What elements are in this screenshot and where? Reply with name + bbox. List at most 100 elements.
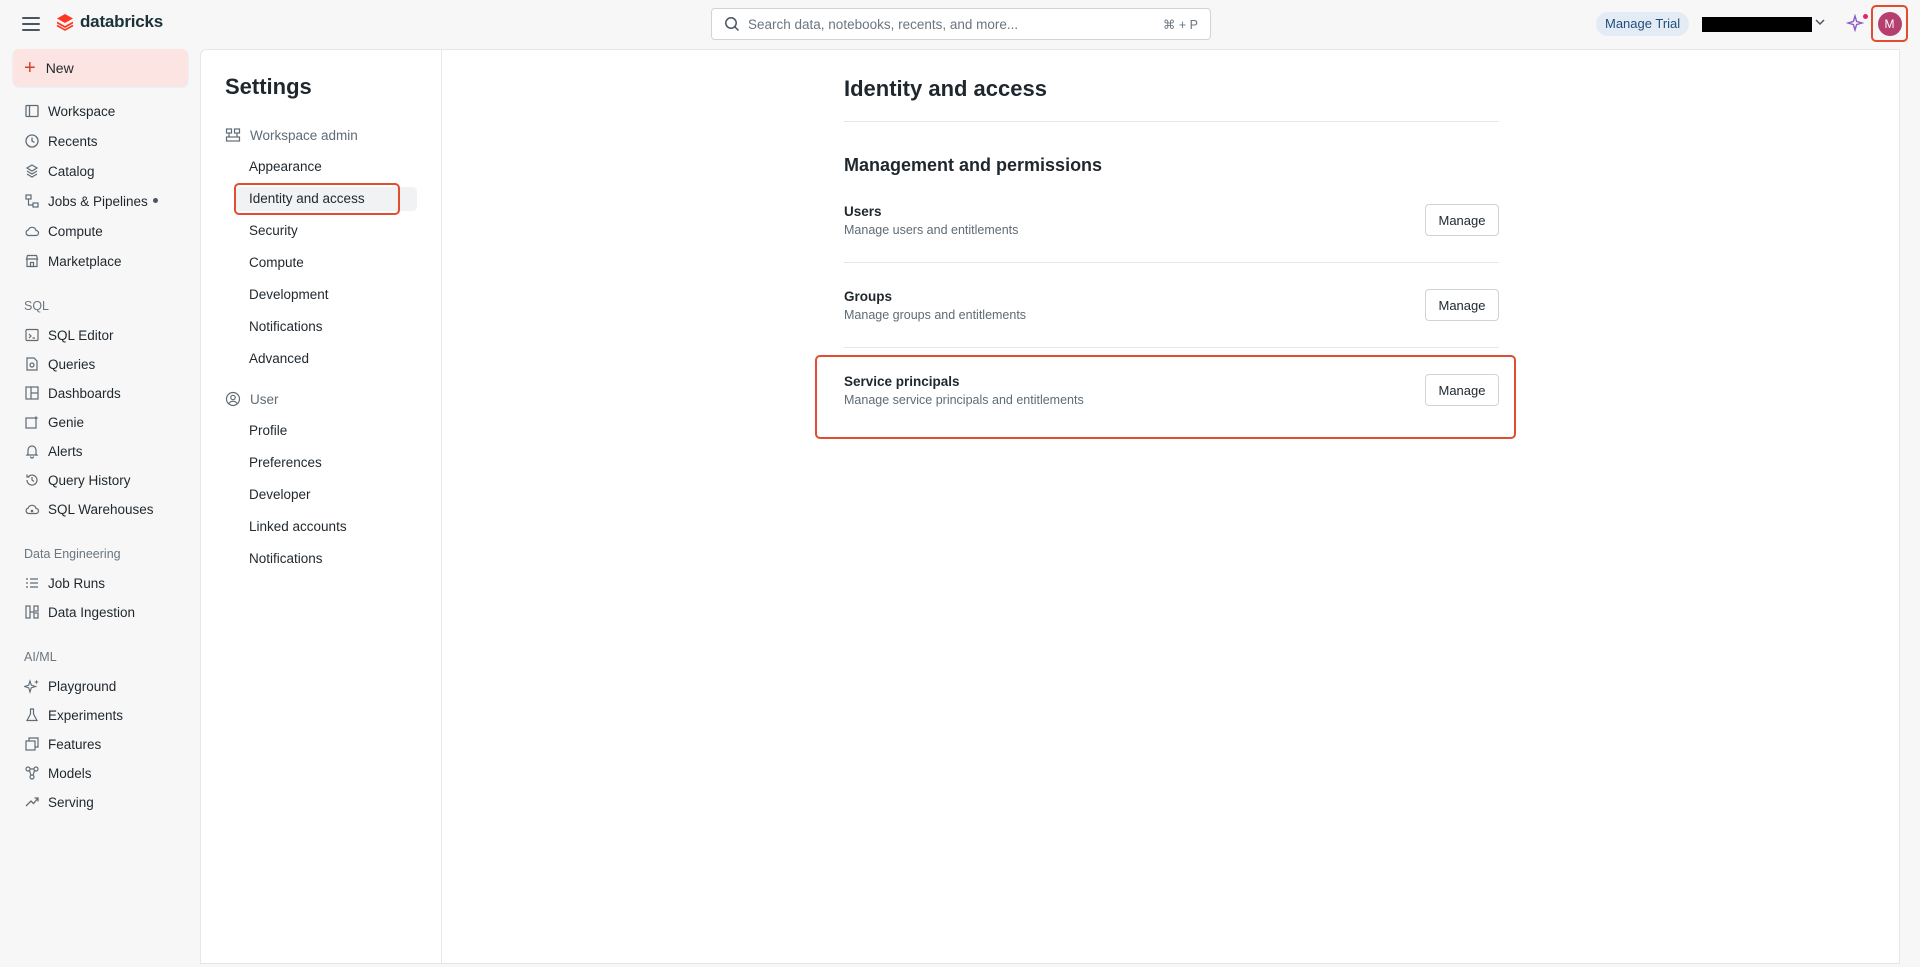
databricks-logo[interactable]: databricks: [56, 12, 163, 32]
sidebar-item-sql-editor[interactable]: SQL Editor: [24, 324, 114, 346]
brand-wordmark: databricks: [80, 12, 164, 31]
settings-nav-linked-accounts[interactable]: Linked accounts: [249, 516, 347, 538]
top-bar: databricks Search data, notebooks, recen…: [0, 0, 1920, 49]
sidebar-item-experiments[interactable]: Experiments: [24, 704, 123, 726]
section-title: Management and permissions: [844, 155, 1103, 175]
title-divider: [844, 121, 1499, 122]
bell-icon: [25, 445, 39, 459]
sidebar-item-playground[interactable]: Playground: [24, 675, 116, 697]
sidebar-item-features[interactable]: Features: [24, 733, 101, 755]
new-button-label: New: [45, 59, 74, 76]
panel-divider: [441, 49, 442, 964]
settings-nav-preferences[interactable]: Preferences: [249, 452, 322, 474]
sidebar-section-sql: SQL: [24, 299, 50, 313]
settings-nav-profile[interactable]: Profile: [249, 420, 287, 442]
settings-nav-developer[interactable]: Developer: [249, 484, 311, 506]
settings-nav-security[interactable]: Security: [249, 220, 298, 242]
settings-nav-development[interactable]: Development: [249, 284, 329, 306]
assistant-sparkle-icon[interactable]: [1846, 14, 1864, 32]
sidebar-item-label: Experiments: [48, 707, 124, 723]
search-icon: [725, 17, 740, 32]
sidebar-item-data-ingestion[interactable]: Data Ingestion: [24, 601, 135, 623]
sidebar-item-label: Marketplace: [48, 253, 122, 269]
sidebar-item-label: SQL Editor: [48, 327, 114, 343]
chevron-down-icon[interactable]: [1814, 16, 1826, 28]
hamburger-menu-icon[interactable]: [22, 15, 40, 33]
features-icon: [25, 737, 39, 751]
sidebar-item-label: Queries: [48, 356, 96, 372]
sidebar-item-marketplace[interactable]: Marketplace: [24, 250, 122, 272]
sidebar-item-dashboards[interactable]: Dashboards: [24, 382, 121, 404]
settings-nav-user-notifications[interactable]: Notifications: [249, 548, 323, 570]
sidebar-item-label: SQL Warehouses: [48, 501, 154, 517]
model-icon: [25, 766, 39, 780]
settings-title: Settings: [225, 74, 312, 99]
sidebar-item-recents[interactable]: Recents: [24, 130, 98, 152]
user-section-label: User: [250, 391, 279, 407]
sidebar-section-data-engineering: Data Engineering: [24, 547, 121, 561]
cloud-icon: [25, 226, 40, 237]
new-indicator-dot: [152, 197, 158, 203]
query-icon: [26, 357, 38, 371]
identity-access-highlight: [234, 183, 400, 215]
serving-icon: [25, 797, 39, 807]
settings-nav-notifications[interactable]: Notifications: [249, 316, 323, 338]
groups-description: Manage groups and entitlements: [844, 308, 1027, 322]
clock-icon: [25, 134, 39, 148]
users-description: Manage users and entitlements: [844, 223, 1019, 237]
row-divider: [844, 347, 1499, 348]
sidebar-item-label: Job Runs: [48, 575, 106, 591]
workspace-switcher[interactable]: [1702, 17, 1812, 32]
sidebar-item-label: Compute: [48, 223, 103, 239]
user-heading: User: [225, 388, 279, 410]
sidebar-item-models[interactable]: Models: [24, 762, 92, 784]
history-icon: [26, 474, 38, 486]
workspace-admin-icon: [225, 128, 241, 142]
manage-groups-button[interactable]: Manage: [1425, 289, 1499, 321]
row-divider: [844, 262, 1499, 263]
sidebar-item-catalog[interactable]: Catalog: [24, 160, 95, 182]
settings-nav-appearance[interactable]: Appearance: [249, 156, 322, 178]
list-icon: [26, 578, 38, 588]
sidebar-item-jobs-pipelines[interactable]: Jobs & Pipelines: [24, 190, 158, 212]
genie-icon: [25, 415, 39, 429]
sidebar-item-queries[interactable]: Queries: [24, 353, 95, 375]
sidebar-item-label: Catalog: [48, 163, 95, 179]
dashboard-icon: [25, 386, 39, 400]
workflow-icon: [25, 194, 39, 208]
manage-service-principals-button[interactable]: Manage: [1425, 374, 1499, 406]
settings-nav-advanced[interactable]: Advanced: [249, 348, 309, 370]
sidebar-item-label: Query History: [48, 472, 131, 488]
sidebar-item-alerts[interactable]: Alerts: [24, 440, 83, 462]
sidebar-item-sql-warehouses[interactable]: SQL Warehouses: [24, 498, 154, 520]
sidebar-item-job-runs[interactable]: Job Runs: [24, 572, 105, 594]
sidebar-item-label: Alerts: [48, 443, 83, 459]
settings-nav-compute[interactable]: Compute: [249, 252, 304, 274]
sidebar-item-compute[interactable]: Compute: [24, 220, 103, 242]
groups-title: Groups: [844, 289, 893, 304]
workspace-admin-label: Workspace admin: [250, 127, 358, 143]
warehouse-icon: [25, 504, 40, 515]
avatar[interactable]: M: [1877, 11, 1902, 36]
service-principals-description: Manage service principals and entitlemen…: [844, 393, 1084, 407]
sidebar-section-ai-ml: AI/ML: [24, 650, 57, 664]
search-shortcut: ⌘ + P: [1162, 17, 1198, 32]
flask-icon: [25, 708, 39, 722]
avatar-highlight: M: [1871, 5, 1908, 42]
manage-trial-button[interactable]: Manage Trial: [1596, 12, 1690, 36]
sidebar-item-label: Serving: [48, 794, 94, 810]
ingestion-icon: [25, 605, 39, 619]
sidebar-item-workspace[interactable]: Workspace: [24, 100, 115, 122]
sidebar-item-genie[interactable]: Genie: [24, 411, 84, 433]
store-icon: [25, 254, 39, 268]
settings-panel: [200, 49, 1900, 964]
folder-icon: [25, 104, 39, 118]
page-title: Identity and access: [844, 76, 1047, 101]
service-principals-title: Service principals: [844, 374, 960, 389]
manage-users-button[interactable]: Manage: [1425, 204, 1499, 236]
sidebar-item-query-history[interactable]: Query History: [24, 469, 131, 491]
search-input[interactable]: Search data, notebooks, recents, and mor…: [711, 8, 1211, 40]
sidebar-item-label: Jobs & Pipelines: [48, 193, 148, 209]
sidebar-item-serving[interactable]: Serving: [24, 791, 94, 813]
new-button[interactable]: + New: [13, 49, 188, 86]
